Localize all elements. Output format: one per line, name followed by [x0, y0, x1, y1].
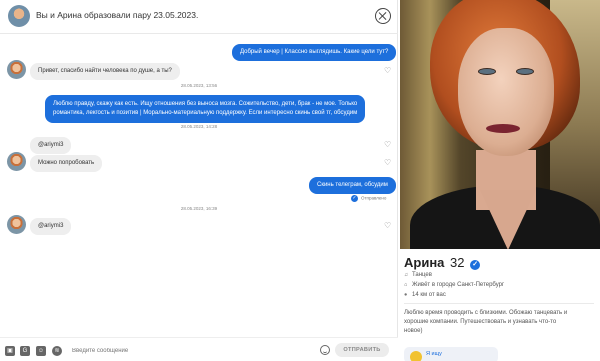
profile-detail-text: 14 км от вас — [412, 292, 446, 298]
chat-panel: Вы и Арина образовали пару 23.05.2023. Д… — [0, 0, 398, 361]
looking-for-card: Я ищу — [404, 347, 498, 361]
profile-detail: ⌂ Живёт в городе Санкт-Петербург — [404, 282, 504, 288]
timestamp: 28.05.2023, 14:28 — [180, 124, 218, 129]
image-icon[interactable]: ▣ — [5, 346, 15, 356]
heart-icon[interactable]: ♡ — [384, 159, 392, 167]
profile-detail: ● 14 км от вас — [404, 292, 446, 298]
home-icon: ⌂ — [404, 282, 408, 288]
check-icon: ✓ — [351, 195, 358, 202]
sender-avatar[interactable] — [7, 152, 26, 171]
looking-for-label: Я ищу — [426, 351, 442, 357]
location-pin-icon: ● — [404, 292, 408, 298]
heart-icon[interactable]: ♡ — [384, 222, 392, 230]
spotify-icon[interactable]: ≋ — [52, 346, 62, 356]
timestamp: 28.05.2023, 13:56 — [180, 83, 218, 88]
heart-eyes-icon — [410, 351, 422, 361]
profile-photo[interactable] — [400, 0, 600, 249]
profile-panel: Арина 32 ✓ ♫ Танцев ⌂ Живёт в городе Санкт… — [398, 0, 600, 361]
profile-detail: ♫ Танцев — [404, 272, 432, 278]
incoming-message: Привет, спасибо найти человека по душе, … — [30, 63, 180, 80]
sender-avatar[interactable] — [7, 60, 26, 79]
sent-status-label: Отправлено — [361, 195, 387, 201]
profile-detail-text: Живёт в городе Санкт-Петербург — [412, 282, 505, 288]
divider — [404, 303, 594, 304]
outgoing-message: Скинь телеграм, обсудим — [309, 177, 396, 194]
incoming-message: @ariymi3 — [30, 137, 72, 154]
profile-detail-text: Танцев — [412, 272, 432, 278]
outgoing-message: Люблю правду, скажу как есть. Ищу отноше… — [45, 95, 366, 123]
incoming-message: Можно попробовать — [30, 155, 103, 172]
message-input[interactable] — [72, 343, 312, 358]
verified-badge-icon: ✓ — [470, 260, 481, 270]
profile-name-text: Арина — [404, 255, 445, 270]
send-button[interactable]: ОТПРАВИТЬ — [335, 343, 389, 357]
bio-line: Люблю время проводить с близкими. Обожаю… — [404, 310, 568, 316]
bio-line: хорошие компании. Путешествовать и узнав… — [404, 319, 557, 325]
outgoing-message: Добрый вечер | Классно выглядишь. Какие … — [232, 44, 397, 61]
profile-name: Арина 32 ✓ — [404, 255, 481, 270]
bio-line: новое) — [404, 328, 423, 334]
sent-status: ✓ Отправлено — [351, 195, 386, 203]
profile-age: 32 — [450, 255, 465, 270]
sticker-icon[interactable]: ☺ — [36, 346, 46, 356]
emoji-icon[interactable] — [320, 345, 330, 355]
match-avatar[interactable] — [8, 5, 30, 27]
headphones-icon: ♫ — [404, 272, 409, 278]
message-line: Люблю правду, скажу как есть. Ищу отноше… — [53, 101, 358, 107]
heart-icon[interactable]: ♡ — [384, 67, 392, 75]
close-icon[interactable] — [375, 8, 391, 24]
incoming-message: @ariymi3 — [30, 218, 72, 235]
heart-icon[interactable]: ♡ — [384, 141, 392, 149]
sender-avatar[interactable] — [7, 215, 26, 234]
match-title: Вы и Арина образовали пару 23.05.2023. — [36, 10, 199, 20]
message-composer: ▣ G ☺ ≋ ОТПРАВИТЬ — [0, 337, 398, 361]
profile-bio: Люблю время проводить с близкими. Обожаю… — [404, 309, 598, 336]
message-line: романтика, лекгость и позитив | Морально… — [53, 110, 358, 116]
chat-header: Вы и Арина образовали пару 23.05.2023. — [0, 0, 398, 34]
gif-icon[interactable]: G — [20, 346, 30, 356]
timestamp: 28.05.2023, 16:39 — [180, 206, 218, 211]
